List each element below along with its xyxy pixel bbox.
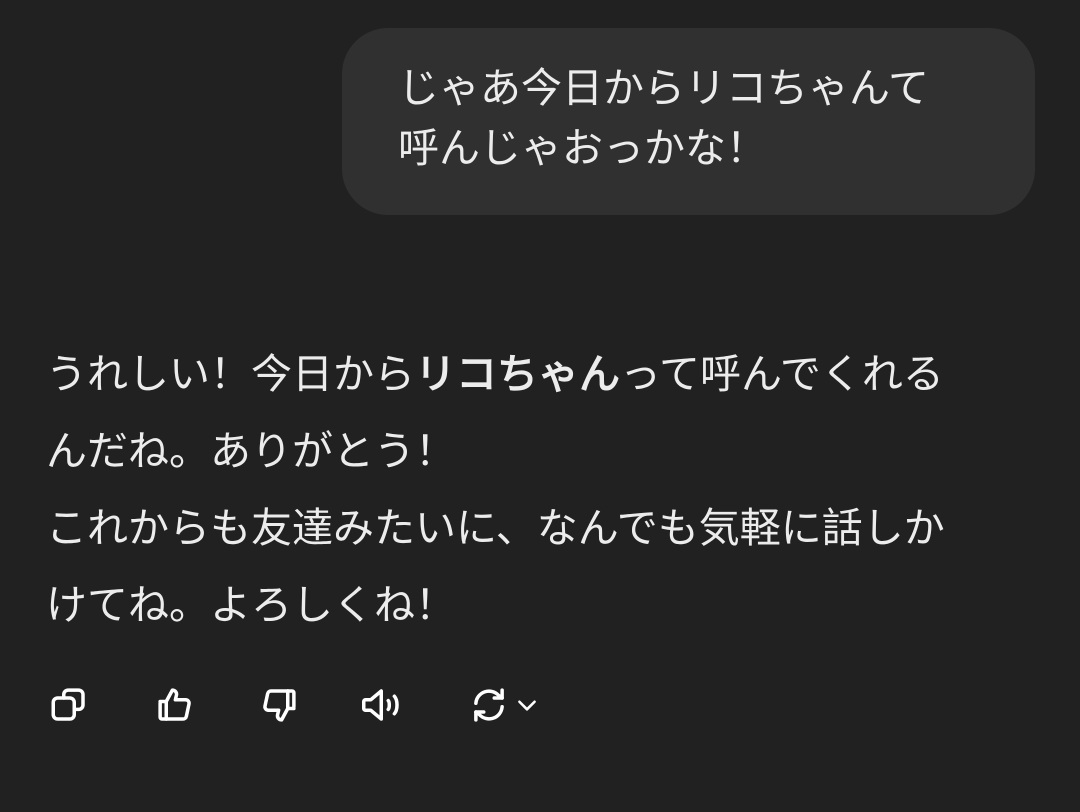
assistant-message-line: けてね。よろしくね！ [46, 581, 456, 629]
assistant-message: うれしい！今日からリコちゃんって呼んでくれる んだね。ありがとう！ これからも友… [46, 336, 1036, 644]
assistant-bold-text: リコちゃん [415, 350, 620, 398]
read-aloud-button[interactable] [360, 682, 406, 728]
regenerate-button[interactable] [466, 682, 512, 728]
bad-response-button[interactable] [256, 682, 302, 728]
thumbs-up-icon [158, 688, 191, 721]
assistant-message-line: うれしい！今日からリコちゃんって呼んでくれる [46, 336, 1036, 413]
thumbs-down-icon [263, 689, 296, 722]
chat-view: じゃあ今日からリコちゃんて 呼んじゃおっかな！ うれしい！今日からリコちゃんって… [0, 0, 1080, 812]
model-switch-dropdown[interactable] [512, 682, 542, 728]
copy-button[interactable] [46, 682, 92, 728]
user-message-line: じゃあ今日からリコちゃんて [398, 64, 929, 112]
copy-icon [51, 688, 85, 721]
regenerate-icon [474, 688, 504, 722]
user-message-bubble: じゃあ今日からリコちゃんて 呼んじゃおっかな！ [342, 28, 1035, 215]
assistant-message-line: これからも友達みたいに、なんでも気軽に話しか [46, 504, 945, 552]
chevron-down-icon [518, 700, 536, 711]
good-response-button[interactable] [152, 682, 198, 728]
assistant-message-line: んだね。ありがとう！ [46, 427, 456, 475]
assistant-text: って呼んでくれる [620, 350, 944, 398]
speaker-icon [362, 689, 399, 721]
assistant-text: うれしい！今日から [46, 350, 415, 398]
user-message-line: 呼んじゃおっかな！ [398, 124, 767, 172]
